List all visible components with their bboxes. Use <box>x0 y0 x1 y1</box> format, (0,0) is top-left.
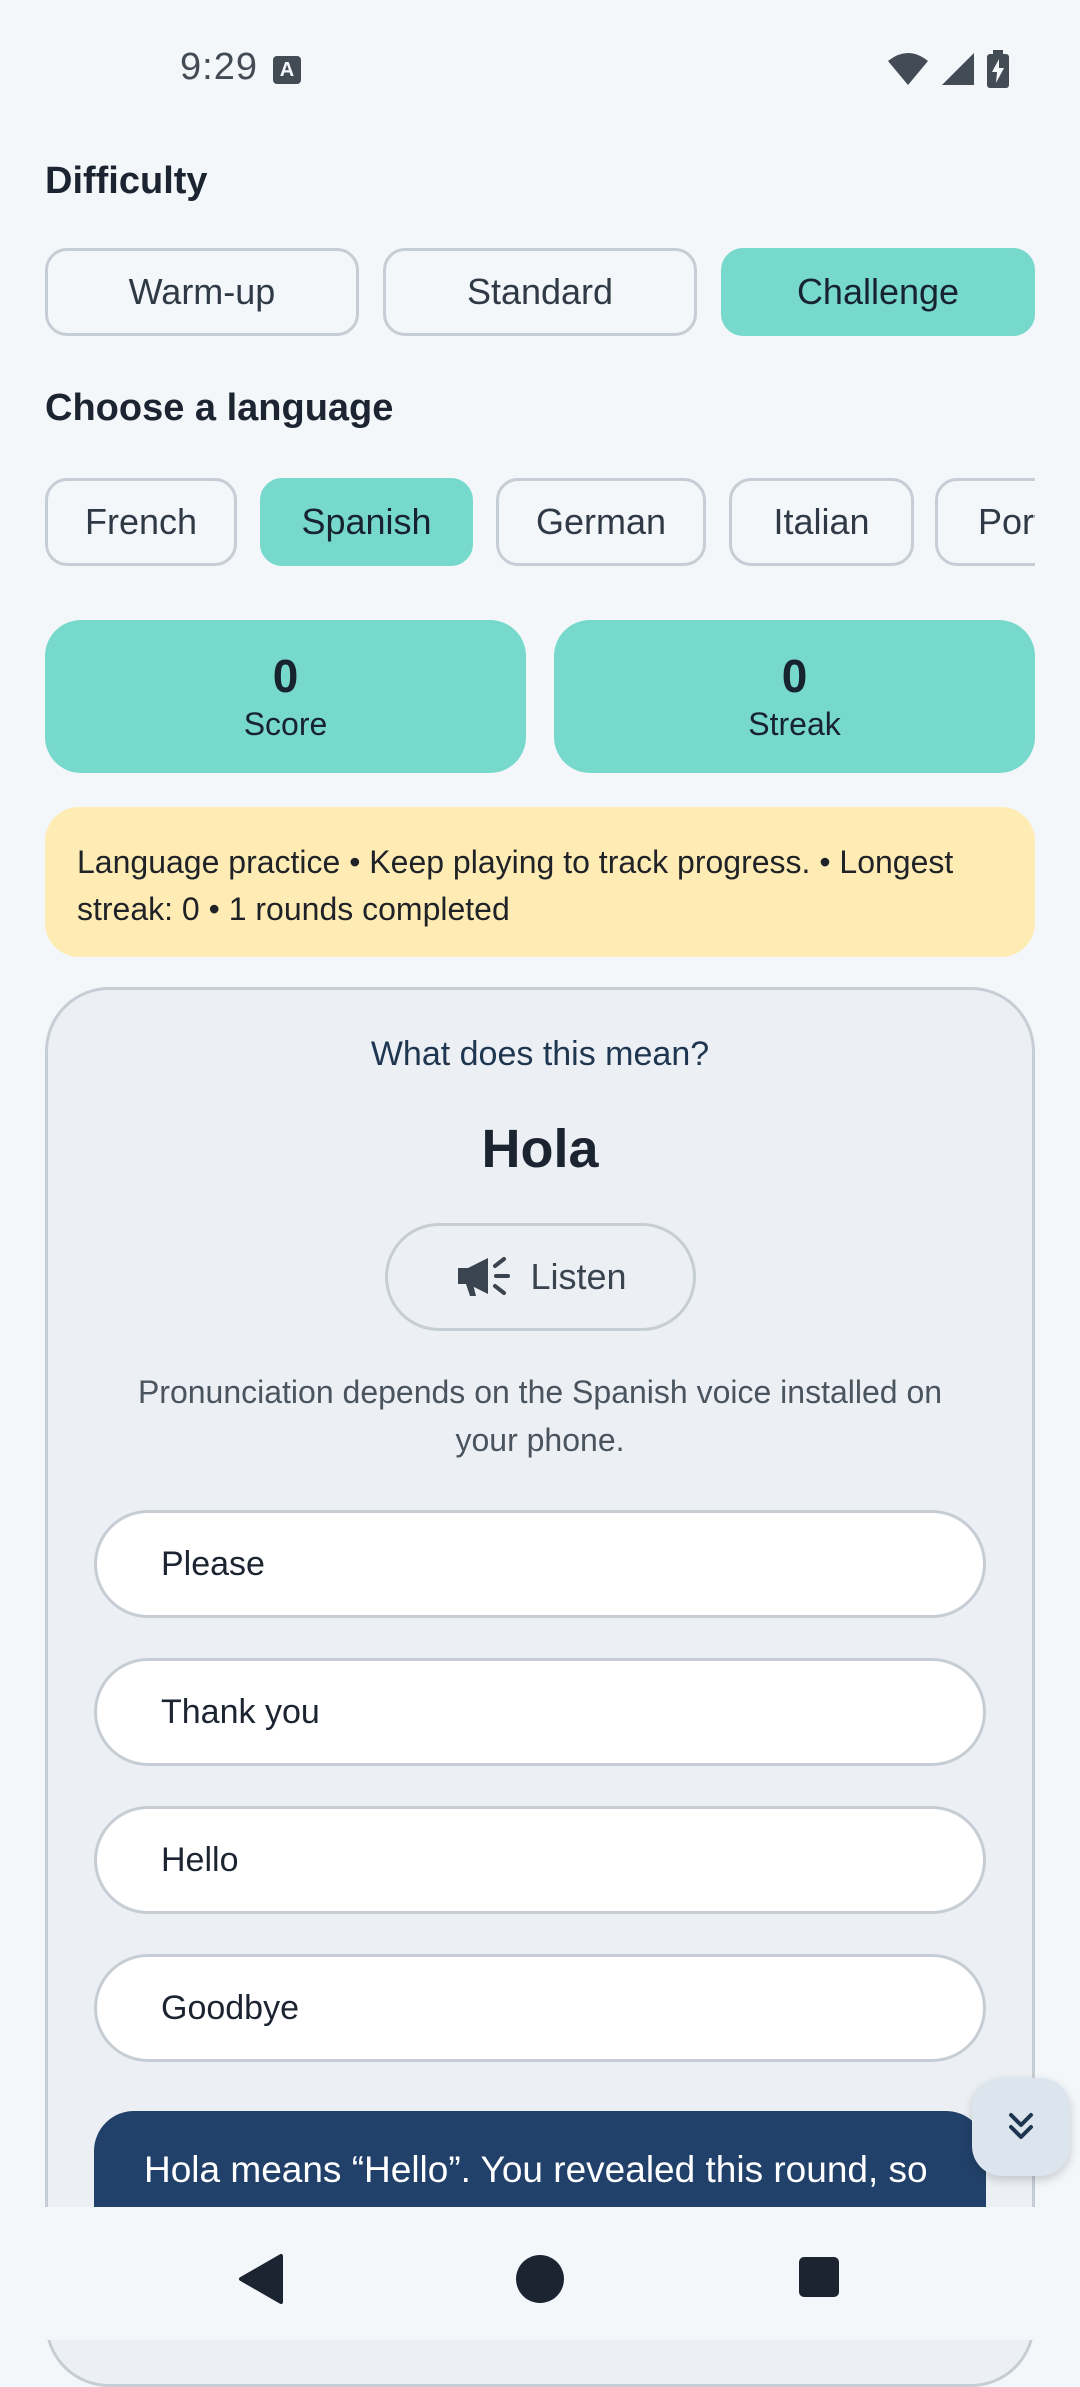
language-french-chip[interactable]: French <box>45 478 237 566</box>
language-spanish-chip[interactable]: Spanish <box>260 478 473 566</box>
score-label: Score <box>243 706 328 742</box>
back-triangle-icon[interactable] <box>235 2252 285 2306</box>
quiz-word: Hola <box>481 1119 599 1179</box>
recents-square-icon[interactable] <box>797 2255 841 2299</box>
answer-option-thank-you[interactable]: Thank you <box>94 1658 986 1766</box>
scroll-down-button[interactable] <box>972 2078 1070 2176</box>
system-navigation-bar <box>0 2207 1080 2340</box>
listen-button[interactable]: Listen <box>385 1223 696 1331</box>
language-german-chip[interactable]: German <box>496 478 706 566</box>
keyboard-notification-icon: A <box>273 56 301 84</box>
cellular-signal-icon <box>942 53 974 85</box>
language-title: Choose a language <box>45 387 394 429</box>
pronunciation-note: Pronunciation depends on the Spanish voi… <box>137 1374 943 1458</box>
system-icons <box>886 50 1010 88</box>
quiz-question: What does this mean? <box>370 1035 710 1073</box>
difficulty-challenge-button[interactable]: Challenge <box>721 248 1035 336</box>
progress-info-banner: Language practice • Keep playing to trac… <box>45 807 1035 957</box>
status-time: 9:29 <box>180 46 258 88</box>
answer-option-hello[interactable]: Hello <box>94 1806 986 1914</box>
difficulty-standard-button[interactable]: Standard <box>383 248 697 336</box>
answer-option-please[interactable]: Please <box>94 1510 986 1618</box>
battery-charging-icon <box>987 50 1009 88</box>
megaphone-icon <box>458 1257 511 1296</box>
wifi-icon <box>888 53 928 85</box>
status-bar: 9:29 A <box>0 0 1080 140</box>
home-circle-icon[interactable] <box>514 2253 566 2305</box>
language-portuguese-chip[interactable]: Portuguese <box>935 478 1035 566</box>
listen-label: Listen <box>530 1256 627 1297</box>
language-chip-row[interactable]: French Spanish German Italian Portuguese <box>45 478 1035 566</box>
double-chevron-down-icon <box>1009 2113 1033 2139</box>
score-value: 0 <box>272 650 299 702</box>
score-card: 0 Score <box>45 620 526 773</box>
streak-card: 0 Streak <box>554 620 1035 773</box>
difficulty-title: Difficulty <box>45 160 208 202</box>
difficulty-warm-up-button[interactable]: Warm-up <box>45 248 359 336</box>
language-italian-chip[interactable]: Italian <box>729 478 914 566</box>
streak-label: Streak <box>748 706 841 742</box>
streak-value: 0 <box>781 650 808 702</box>
answer-option-goodbye[interactable]: Goodbye <box>94 1954 986 2062</box>
